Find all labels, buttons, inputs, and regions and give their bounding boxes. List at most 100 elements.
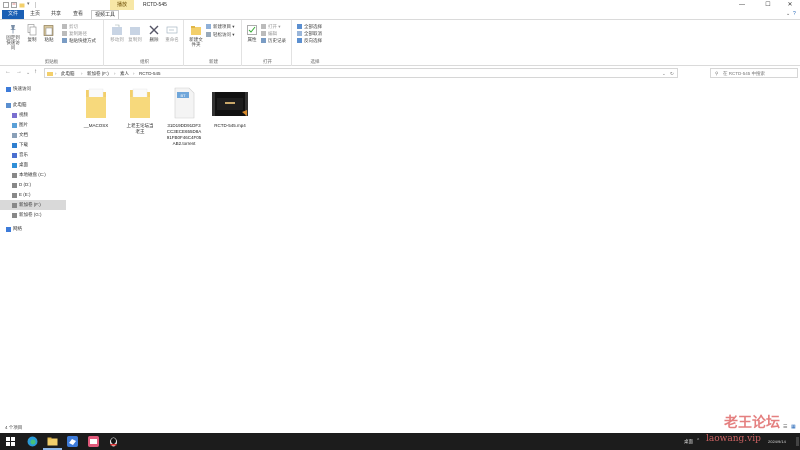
copy-to-label: 复制到	[128, 37, 142, 42]
delete-icon	[149, 25, 159, 35]
move-to-button[interactable]: 移动到	[108, 24, 126, 43]
qq-penguin-icon[interactable]	[108, 436, 119, 447]
breadcrumb-current[interactable]: RCTD-545	[139, 69, 161, 78]
new-folder-label: 新建文件夹	[189, 37, 203, 47]
up-arrow-icon[interactable]: ↑	[34, 69, 37, 75]
tab-home[interactable]: 主页	[26, 10, 44, 19]
refresh-icon[interactable]: ↻	[670, 69, 674, 78]
video-folder-icon	[12, 112, 17, 118]
nav-item[interactable]: 视频	[0, 110, 66, 120]
breadcrumb-drive-f[interactable]: 新加卷 (F:)	[87, 69, 109, 78]
manage-tab[interactable]: 播放	[110, 0, 134, 10]
copy-to-button[interactable]: 复制到	[126, 24, 144, 43]
open-group: 属性 打开 ▾ 编辑 历史记录 打开	[244, 20, 292, 66]
delete-button[interactable]: 删除	[146, 24, 162, 43]
tray-desktop-label[interactable]: 桌面	[684, 433, 693, 450]
nav-item[interactable]: 新加卷 (G:)	[0, 210, 66, 220]
nav-item[interactable]: 音乐	[0, 150, 66, 160]
close-button[interactable]: ✕	[780, 0, 800, 10]
open-button[interactable]: 打开 ▾	[261, 24, 281, 30]
recent-chevron-icon[interactable]: ⌄	[26, 70, 30, 76]
properties-icon[interactable]	[11, 2, 17, 8]
forward-arrow-icon[interactable]: →	[16, 69, 22, 75]
breadcrumb-suren[interactable]: 素人	[120, 69, 129, 78]
easy-access-button[interactable]: 轻松访问 ▾	[206, 32, 235, 38]
paste-button[interactable]: 粘贴	[41, 24, 57, 43]
select-none-label: 全部取消	[304, 31, 322, 36]
nav-item[interactable]: E (E:)	[0, 190, 66, 200]
breadcrumb-chevron-icon[interactable]: ›	[55, 69, 57, 78]
new-item-button[interactable]: 新建项目 ▾	[206, 24, 235, 30]
navigation-pane: 快速访问此电脑 视频 图片 文档 下载 音乐 桌面 本地磁盘 (C:) D (D:) E (E:)…	[0, 84, 70, 424]
minimize-button[interactable]: —	[732, 0, 752, 10]
file-item-video[interactable]: RCTD-545.mp4	[206, 86, 254, 129]
nav-item[interactable]: 此电脑	[0, 100, 66, 110]
address-dropdown-icon[interactable]: ⌄	[662, 69, 666, 78]
maximize-button[interactable]: ☐	[758, 0, 778, 10]
breadcrumb-this-pc[interactable]: 此电脑	[61, 69, 75, 78]
invert-selection-icon	[297, 38, 302, 44]
breadcrumb-chevron-icon[interactable]: ›	[114, 69, 116, 78]
nav-item[interactable]: D (D:)	[0, 180, 66, 190]
file-item-laowang-folder[interactable]: 上老王论坛当老王	[118, 86, 162, 135]
copy-label: 复制	[27, 37, 37, 42]
pin-quick-access-button[interactable]: 固定到快速访问	[2, 24, 24, 50]
nav-item[interactable]: 下载	[0, 140, 66, 150]
drive-icon	[12, 202, 17, 208]
file-item-macosx[interactable]: __MACOSX	[74, 86, 118, 129]
drive-icon	[12, 182, 17, 188]
folder-icon[interactable]	[19, 2, 25, 8]
watermark-url: laowang.vip	[706, 434, 761, 444]
file-item-torrent[interactable]: BT 31D19DD91DF3CC3ECE655D8A91FB0F46C4F05…	[162, 86, 206, 147]
breadcrumb-chevron-icon[interactable]: ›	[133, 69, 135, 78]
details-view-icon[interactable]: ☰	[783, 424, 787, 430]
paste-shortcut-button[interactable]: 粘贴快捷方式	[62, 38, 96, 44]
nav-item[interactable]: 桌面	[0, 160, 66, 170]
media-app-icon[interactable]	[88, 436, 99, 447]
chevron-down-icon[interactable]: ▾	[27, 1, 30, 7]
file-explorer-icon[interactable]	[47, 436, 58, 447]
nav-item[interactable]: 图片	[0, 120, 66, 130]
new-folder-button[interactable]: 新建文件夹	[188, 24, 204, 47]
edit-button[interactable]: 编辑	[261, 31, 277, 37]
large-icons-view-icon[interactable]: ▦	[791, 424, 796, 430]
nav-item[interactable]: 本地磁盘 (C:)	[0, 170, 66, 180]
nav-item[interactable]: 快速访问	[0, 84, 66, 94]
rename-button[interactable]: 重命名	[163, 24, 181, 43]
invert-selection-button[interactable]: 反向选择	[297, 38, 322, 44]
tab-share[interactable]: 共享	[46, 10, 66, 19]
tab-view[interactable]: 查看	[68, 10, 88, 19]
nav-item[interactable]: 新加卷 (F:)	[0, 200, 66, 210]
separator	[35, 2, 36, 8]
select-none-button[interactable]: 全部取消	[297, 31, 322, 37]
nav-item[interactable]: 文档	[0, 130, 66, 140]
search-input[interactable]: ⚲ 在 RCTD-545 中搜索	[710, 68, 798, 78]
breadcrumb-chevron-icon[interactable]: ›	[81, 69, 83, 78]
desktop-icon	[12, 162, 17, 168]
history-button[interactable]: 历史记录	[261, 38, 286, 44]
properties-button[interactable]: 属性	[245, 24, 259, 43]
tab-file[interactable]: 文件	[2, 10, 24, 19]
edge-browser-icon[interactable]	[27, 436, 38, 447]
show-desktop-button[interactable]	[796, 437, 799, 446]
save-icon[interactable]	[3, 2, 9, 8]
bird-app-icon[interactable]	[67, 436, 78, 447]
edit-label: 编辑	[268, 31, 277, 36]
path-icon	[62, 31, 67, 37]
tab-video-tools[interactable]: 视频工具	[91, 10, 119, 19]
documents-folder-icon	[12, 132, 17, 138]
back-arrow-icon[interactable]: ←	[5, 69, 11, 75]
windows-start-icon[interactable]	[5, 436, 16, 447]
nav-item-label: E (E:)	[19, 192, 31, 197]
cut-button[interactable]: 剪切	[62, 24, 78, 30]
pc-icon	[6, 102, 11, 108]
copy-button[interactable]: 复制	[25, 24, 39, 43]
help-icon[interactable]: ?	[793, 11, 796, 17]
address-bar[interactable]: › 此电脑 › 新加卷 (F:) › 素人 › RCTD-545 ⌄ ↻	[44, 68, 678, 78]
select-all-button[interactable]: 全部选择	[297, 24, 322, 30]
tray-chevron-icon[interactable]: ⌃	[696, 433, 700, 450]
copy-path-button[interactable]: 复制路径	[62, 31, 87, 37]
nav-item[interactable]: 网络	[0, 224, 66, 234]
clipboard-group-label: 剪贴板	[44, 59, 59, 64]
chevron-down-icon[interactable]: ⌄	[786, 11, 790, 17]
